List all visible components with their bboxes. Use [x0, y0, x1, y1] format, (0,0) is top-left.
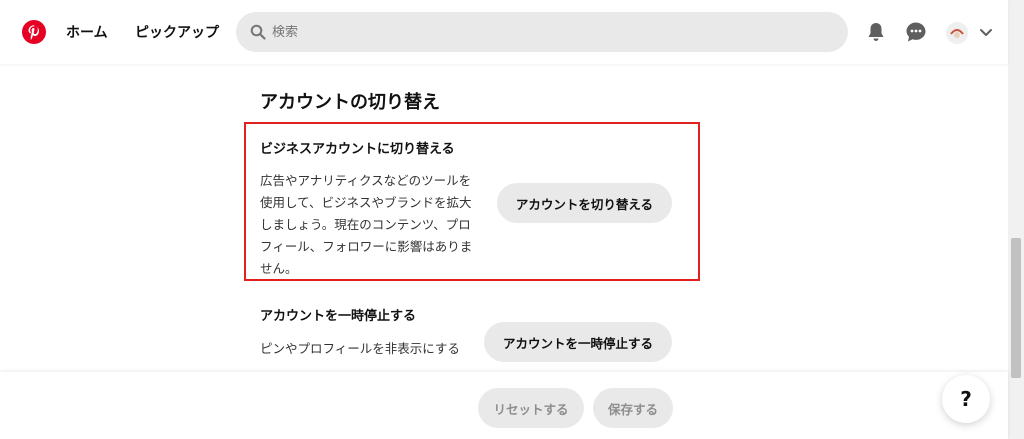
pinterest-logo-icon[interactable] [22, 20, 46, 44]
bell-icon[interactable] [864, 20, 888, 44]
help-button[interactable]: ? [942, 375, 990, 423]
business-account-description: 広告やアナリティクスなどのツールを使用して、ビジネスやブランドを拡大しましょう。… [260, 173, 473, 276]
switch-account-button[interactable]: アカウントを切り替える [497, 183, 672, 223]
deactivate-account-description: ピンやプロフィールを非表示にする [260, 341, 460, 356]
chat-icon[interactable] [904, 20, 928, 44]
scrollbar[interactable] [1008, 0, 1024, 439]
search-input[interactable] [272, 24, 832, 40]
search-icon [250, 24, 266, 40]
reset-button[interactable]: リセットする [478, 388, 584, 428]
chevron-down-icon[interactable] [978, 24, 994, 40]
deactivate-account-title: アカウントを一時停止する [260, 309, 417, 324]
nav-home-link[interactable]: ホーム [66, 22, 108, 42]
search-bar[interactable] [236, 12, 848, 52]
footer-action-bar: リセットする 保存する [0, 372, 1008, 439]
save-button[interactable]: 保存する [593, 388, 673, 428]
business-account-title: ビジネスアカウントに切り替える [260, 142, 455, 157]
avatar-face-icon [946, 22, 968, 44]
avatar[interactable] [946, 22, 968, 44]
nav-pickup-link[interactable]: ピックアップ [135, 22, 219, 42]
page-section-title: アカウントの切り替え [260, 92, 440, 113]
top-navigation-bar: ホーム ピックアップ [0, 0, 1008, 64]
deactivate-account-button[interactable]: アカウントを一時停止する [484, 322, 672, 362]
scrollbar-thumb[interactable] [1011, 238, 1021, 378]
